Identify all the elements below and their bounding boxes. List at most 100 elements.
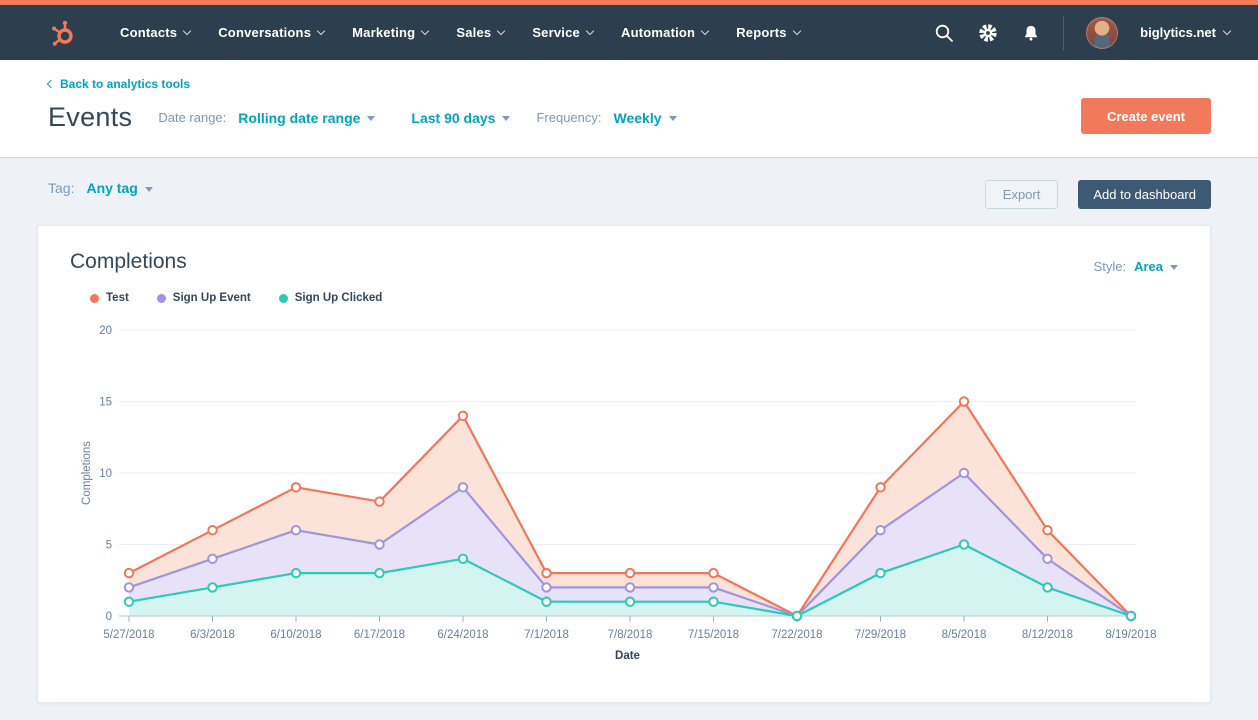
hubspot-sprocket-logo[interactable]: [44, 15, 80, 51]
data-point-Test[interactable]: [375, 497, 383, 505]
nav-item-service[interactable]: Service: [518, 25, 607, 40]
account-name: biglytics.net: [1140, 25, 1216, 40]
legend-item-test[interactable]: Test: [90, 292, 129, 304]
nav-item-contacts[interactable]: Contacts: [106, 25, 204, 40]
x-tick-label: 7/29/2018: [855, 629, 906, 641]
add-to-dashboard-button[interactable]: Add to dashboard: [1078, 180, 1211, 209]
data-point-Sign-Up-Event[interactable]: [876, 526, 884, 534]
x-tick-label: 8/12/2018: [1022, 629, 1073, 641]
main-navbar: Contacts Conversations Marketing Sales S…: [0, 5, 1258, 60]
settings-gear-icon[interactable]: [977, 22, 999, 44]
data-point-Sign-Up-Event[interactable]: [125, 583, 133, 591]
tag-dropdown[interactable]: Any tag: [86, 180, 152, 196]
data-point-Sign-Up-Clicked[interactable]: [626, 598, 634, 606]
data-point-Test[interactable]: [125, 569, 133, 577]
frequency-dropdown[interactable]: Weekly: [614, 110, 677, 126]
nav-item-conversations[interactable]: Conversations: [204, 25, 338, 40]
data-point-Sign-Up-Clicked[interactable]: [375, 569, 383, 577]
data-point-Test[interactable]: [208, 526, 216, 534]
data-point-Sign-Up-Clicked[interactable]: [1127, 612, 1135, 620]
data-point-Sign-Up-Clicked[interactable]: [960, 540, 968, 548]
back-to-analytics-link[interactable]: Back to analytics tools: [48, 77, 190, 91]
data-point-Sign-Up-Clicked[interactable]: [1043, 583, 1051, 591]
legend-item-sign-up-clicked[interactable]: Sign Up Clicked: [279, 292, 383, 304]
nav-item-sales[interactable]: Sales: [442, 25, 518, 40]
search-icon[interactable]: [933, 22, 955, 44]
account-menu[interactable]: biglytics.net: [1140, 25, 1230, 40]
data-point-Sign-Up-Event[interactable]: [1043, 555, 1051, 563]
data-point-Sign-Up-Clicked[interactable]: [292, 569, 300, 577]
notifications-bell-icon[interactable]: [1021, 22, 1041, 44]
nav-item-automation[interactable]: Automation: [607, 25, 722, 40]
x-tick-label: 7/1/2018: [524, 629, 569, 641]
chevron-down-icon: [1223, 27, 1231, 35]
caret-down-icon: [669, 116, 677, 121]
data-point-Sign-Up-Event[interactable]: [542, 583, 550, 591]
export-button[interactable]: Export: [985, 180, 1059, 209]
data-point-Sign-Up-Clicked[interactable]: [793, 612, 801, 620]
caret-down-icon: [1170, 265, 1178, 270]
data-point-Sign-Up-Clicked[interactable]: [125, 598, 133, 606]
data-point-Test[interactable]: [876, 483, 884, 491]
data-point-Sign-Up-Event[interactable]: [208, 555, 216, 563]
date-range-value: Rolling date range: [238, 110, 360, 126]
completions-area-chart: 201510505/27/20186/3/20186/10/20186/17/2…: [38, 312, 1210, 664]
nav-item-label: Conversations: [218, 25, 311, 40]
user-avatar[interactable]: [1086, 17, 1118, 49]
data-point-Sign-Up-Event[interactable]: [375, 540, 383, 548]
caret-down-icon: [145, 187, 153, 192]
chevron-down-icon: [586, 27, 594, 35]
data-point-Test[interactable]: [960, 397, 968, 405]
data-point-Sign-Up-Clicked[interactable]: [709, 598, 717, 606]
chevron-down-icon: [701, 27, 709, 35]
data-point-Test[interactable]: [542, 569, 550, 577]
x-tick-label: 5/27/2018: [103, 629, 154, 641]
y-tick-label: 20: [99, 325, 112, 337]
y-tick-label: 15: [99, 397, 112, 409]
nav-item-label: Sales: [456, 25, 491, 40]
legend-item-sign-up-event[interactable]: Sign Up Event: [157, 292, 251, 304]
data-point-Test[interactable]: [292, 483, 300, 491]
x-tick-label: 7/22/2018: [771, 629, 822, 641]
chart-legend: Test Sign Up Event Sign Up Clicked: [90, 292, 1210, 304]
frequency-value: Weekly: [614, 110, 662, 126]
create-event-button[interactable]: Create event: [1081, 98, 1211, 134]
data-point-Sign-Up-Event[interactable]: [626, 583, 634, 591]
data-point-Test[interactable]: [626, 569, 634, 577]
x-tick-label: 6/24/2018: [437, 629, 488, 641]
chevron-down-icon: [421, 27, 429, 35]
style-value: Area: [1134, 259, 1163, 274]
data-point-Sign-Up-Clicked[interactable]: [208, 583, 216, 591]
date-period-value: Last 90 days: [411, 110, 495, 126]
chevron-left-icon: [47, 80, 55, 88]
data-point-Test[interactable]: [459, 412, 467, 420]
legend-label: Sign Up Event: [173, 292, 251, 304]
nav-item-reports[interactable]: Reports: [722, 25, 814, 40]
data-point-Sign-Up-Clicked[interactable]: [459, 555, 467, 563]
y-axis-title: Completions: [81, 441, 93, 505]
data-point-Sign-Up-Event[interactable]: [292, 526, 300, 534]
x-tick-label: 7/8/2018: [608, 629, 653, 641]
date-range-label: Date range:: [158, 110, 226, 125]
data-point-Sign-Up-Event[interactable]: [459, 483, 467, 491]
nav-item-label: Automation: [621, 25, 695, 40]
back-link-label: Back to analytics tools: [60, 77, 190, 91]
legend-label: Sign Up Clicked: [295, 292, 383, 304]
tag-value: Any tag: [86, 180, 137, 196]
data-point-Sign-Up-Clicked[interactable]: [542, 598, 550, 606]
legend-label: Test: [106, 292, 129, 304]
data-point-Test[interactable]: [1043, 526, 1051, 534]
nav-item-marketing[interactable]: Marketing: [338, 25, 442, 40]
page-title: Events: [48, 102, 132, 133]
data-point-Sign-Up-Clicked[interactable]: [876, 569, 884, 577]
date-range-dropdown[interactable]: Rolling date range: [238, 110, 375, 126]
data-point-Sign-Up-Event[interactable]: [960, 469, 968, 477]
nav-item-label: Service: [532, 25, 580, 40]
style-dropdown[interactable]: Area: [1134, 259, 1178, 274]
chevron-down-icon: [497, 27, 505, 35]
data-point-Sign-Up-Event[interactable]: [709, 583, 717, 591]
x-tick-label: 8/19/2018: [1105, 629, 1156, 641]
data-point-Test[interactable]: [709, 569, 717, 577]
legend-dot-icon: [157, 294, 166, 303]
date-period-dropdown[interactable]: Last 90 days: [411, 110, 510, 126]
